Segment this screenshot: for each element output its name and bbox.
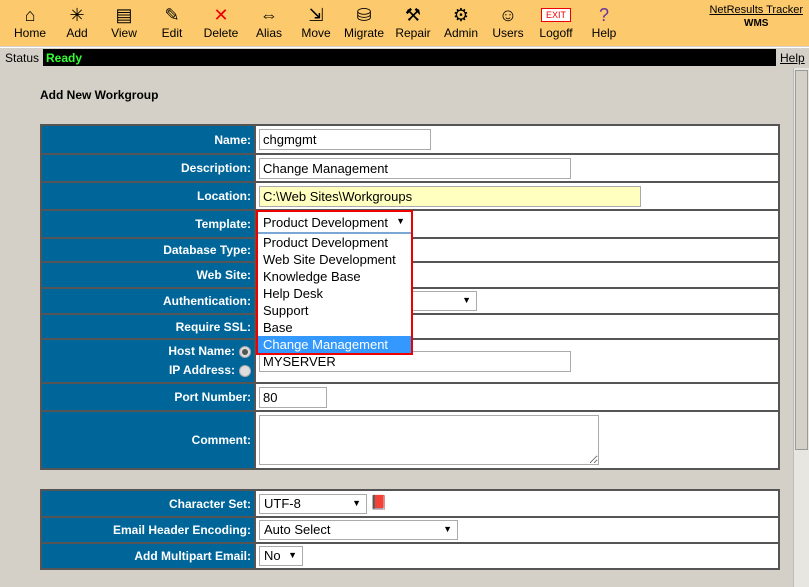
template-option[interactable]: Knowledge Base	[258, 268, 411, 285]
port-input[interactable]	[259, 386, 327, 408]
multipart-select[interactable]: No	[259, 546, 303, 566]
scrollbar[interactable]	[793, 68, 809, 587]
multipart-label: Add Multipart Email:	[40, 542, 256, 570]
move-icon: ⇲	[308, 5, 324, 25]
exit-icon: EXIT	[541, 8, 571, 22]
toolbar-label: Migrate	[343, 26, 384, 40]
web-site-label: Web Site:	[40, 261, 256, 289]
template-option[interactable]: Base	[258, 319, 411, 336]
template-select[interactable]: Product Development	[258, 212, 411, 234]
name-label: Name:	[40, 124, 256, 155]
template-label: Template:	[40, 209, 256, 239]
brand: NetResults Tracker WMS	[709, 4, 803, 29]
add-icon: ✳	[69, 5, 85, 25]
toolbar-view-button[interactable]: ▤ View	[99, 4, 149, 40]
toolbar-home-button[interactable]: ⌂ Home	[5, 4, 55, 40]
status-bar: Status Ready Help	[0, 47, 809, 67]
comment-textarea[interactable]	[259, 415, 599, 465]
toolbar-label: Alias	[255, 26, 282, 40]
users-icon: ☺	[498, 5, 518, 25]
toolbar-label: View	[111, 26, 137, 40]
toolbar-edit-button[interactable]: ✎ Edit	[147, 4, 197, 40]
template-option[interactable]: Support	[258, 302, 411, 319]
name-input[interactable]	[259, 129, 431, 150]
template-option[interactable]: Web Site Development	[258, 251, 411, 268]
charset-label: Character Set:	[40, 489, 256, 518]
description-input[interactable]	[259, 157, 571, 179]
toolbar-help-button[interactable]: ? Help	[579, 4, 629, 40]
toolbar-label: Move	[301, 26, 331, 40]
toolbar-add-button[interactable]: ✳ Add	[52, 4, 102, 40]
database-type-label: Database Type:	[40, 237, 256, 263]
help-book-icon: ?	[598, 5, 609, 25]
alias-icon: ⇔	[260, 5, 278, 25]
toolbar-label: Help	[591, 26, 617, 40]
email-encoding-select[interactable]: Auto Select	[259, 520, 458, 540]
ip-address-radio[interactable]	[239, 364, 251, 377]
toolbar-label: Users	[492, 26, 524, 40]
toolbar-admin-button[interactable]: ⚙ Admin	[436, 4, 486, 40]
status-label: Status	[5, 51, 40, 65]
scrollbar-thumb[interactable]	[795, 70, 808, 450]
description-label: Description:	[40, 153, 256, 183]
template-dropdown[interactable]: Product Development Product DevelopmentW…	[256, 210, 413, 355]
delete-icon: ✕	[213, 5, 229, 25]
toolbar-alias-button[interactable]: ⇔ Alias	[244, 4, 294, 40]
toolbar-migrate-button[interactable]: ⛁ Migrate	[339, 4, 389, 40]
toolbar-label: Edit	[161, 26, 183, 40]
migrate-icon: ⛁	[356, 5, 372, 25]
ip-address-label: IP Address:	[168, 363, 235, 377]
toolbar-label: Logoff	[539, 26, 573, 40]
status-value: Ready	[43, 49, 776, 66]
view-icon: ▤	[115, 5, 133, 25]
encoding-form: Character Set:UTF-8 📕 Email Header Encod…	[40, 489, 780, 570]
brand-link[interactable]: NetResults Tracker	[709, 4, 803, 16]
toolbar-move-button[interactable]: ⇲ Move	[291, 4, 341, 40]
host-name-label: Host Name:	[168, 344, 235, 358]
template-option[interactable]: Change Management	[258, 336, 411, 353]
toolbar-label: Repair	[395, 26, 431, 40]
admin-icon: ⚙	[452, 5, 470, 25]
host-name-radio[interactable]	[239, 345, 251, 358]
toolbar-label: Add	[66, 26, 88, 40]
page-title: Add New Workgroup	[40, 88, 159, 102]
home-icon: ⌂	[24, 5, 36, 25]
brand-sub: WMS	[744, 18, 769, 29]
email-encoding-label: Email Header Encoding:	[40, 516, 256, 544]
help-link[interactable]: Help	[780, 51, 805, 65]
toolbar-logoff-button[interactable]: EXIT Logoff	[531, 4, 581, 40]
toolbar-label: Delete	[203, 26, 239, 40]
port-label: Port Number:	[40, 382, 256, 412]
toolbar-label: Home	[13, 26, 46, 40]
edit-icon: ✎	[164, 5, 180, 25]
template-option[interactable]: Help Desk	[258, 285, 411, 302]
toolbar-repair-button[interactable]: ⚒ Repair	[388, 4, 438, 40]
charset-select[interactable]: UTF-8	[259, 493, 367, 514]
repair-icon: ⚒	[404, 5, 422, 25]
toolbar-delete-button[interactable]: ✕ Delete	[196, 4, 246, 40]
location-label: Location:	[40, 181, 256, 211]
toolbar-users-button[interactable]: ☺ Users	[483, 4, 533, 40]
toolbar: ⌂ Home ✳ Add ▤ View ✎ Edit ✕ Delete ⇔ Alias ⇲ Move ⛁ Mi…	[0, 0, 809, 46]
help-book-icon[interactable]: 📕	[370, 494, 387, 510]
toolbar-label: Admin	[443, 26, 478, 40]
comment-label: Comment:	[40, 410, 256, 470]
template-option[interactable]: Product Development	[258, 234, 411, 251]
authentication-label: Authentication:	[40, 287, 256, 315]
require-ssl-label: Require SSL:	[40, 313, 256, 340]
location-input[interactable]	[259, 185, 641, 207]
